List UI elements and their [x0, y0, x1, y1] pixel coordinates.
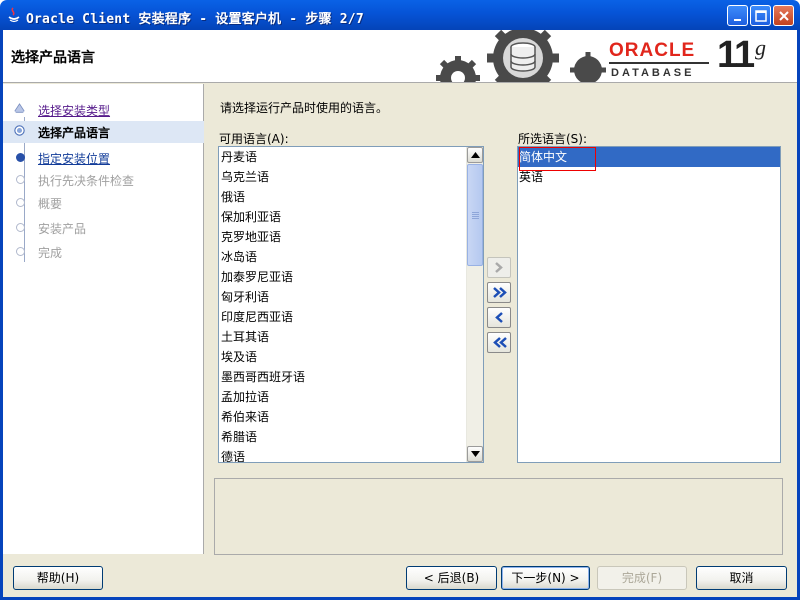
database-text: DATABASE: [611, 67, 695, 79]
step-product-language[interactable]: 选择产品语言: [3, 121, 204, 143]
available-languages-label: 可用语言(A):: [219, 132, 289, 146]
header-banner: 选择产品语言 ORACLE DATABASE 11 g: [3, 30, 797, 83]
list-item[interactable]: 保加利亚语: [219, 207, 483, 227]
gears-graphic: [436, 30, 606, 82]
list-item[interactable]: 俄语: [219, 187, 483, 207]
chevron-right-icon: [495, 262, 503, 273]
list-item[interactable]: 加泰罗尼亚语: [219, 267, 483, 287]
minimize-icon: [734, 19, 741, 21]
step-install-type[interactable]: 选择安装类型: [3, 99, 204, 121]
description-panel: [214, 478, 783, 555]
add-selected-button[interactable]: [487, 257, 511, 278]
step-label: 执行先决条件检查: [38, 174, 135, 188]
arrow-down-icon: [471, 451, 480, 457]
version-suffix: g: [755, 35, 766, 60]
chevron-left-icon: [495, 312, 503, 323]
instruction-text: 请选择运行产品时使用的语言。: [220, 101, 389, 115]
list-item[interactable]: 孟加拉语: [219, 387, 483, 407]
maximize-icon: [755, 10, 767, 22]
step-done-icon: [14, 103, 25, 113]
add-all-button[interactable]: [487, 282, 511, 303]
java-app-icon: [8, 7, 20, 23]
list-item[interactable]: 德语: [219, 447, 483, 462]
back-button[interactable]: < 后退(B): [406, 566, 497, 590]
window-title: Oracle Client 安装程序 - 设置客户机 - 步骤 2/7: [26, 12, 364, 27]
step-label: 选择产品语言: [38, 126, 111, 140]
close-icon: [779, 11, 789, 21]
step-finish: 完成: [3, 241, 204, 263]
step-pending-icon: [16, 175, 25, 184]
step-summary: 概要: [3, 192, 204, 214]
scroll-down-button[interactable]: [467, 446, 483, 462]
list-item[interactable]: 冰岛语: [219, 247, 483, 267]
remove-selected-button[interactable]: [487, 307, 511, 328]
available-languages-list[interactable]: 丹麦语 乌克兰语 俄语 保加利亚语 克罗地亚语 冰岛语 加泰罗尼亚语 匈牙利语 …: [218, 146, 484, 463]
logo-divider: [609, 62, 709, 64]
remove-all-button[interactable]: [487, 332, 511, 353]
list-item[interactable]: 希腊语: [219, 427, 483, 447]
list-item[interactable]: 土耳其语: [219, 327, 483, 347]
step-install-product: 安装产品: [3, 217, 204, 239]
step-install-location[interactable]: 指定安装位置: [3, 147, 204, 169]
double-chevron-right-icon: [493, 287, 507, 298]
highlight-box: [519, 147, 596, 171]
help-button[interactable]: 帮助(H): [13, 566, 103, 590]
cancel-button[interactable]: 取消: [696, 566, 787, 590]
list-item[interactable]: 希伯来语: [219, 407, 483, 427]
list-item[interactable]: 埃及语: [219, 347, 483, 367]
scroll-thumb[interactable]: [467, 164, 483, 266]
steps-panel: 选择安装类型 选择产品语言 指定安装位置 执行先决条件检查 概要 安装产品 完成: [3, 84, 204, 554]
step-label: 概要: [38, 197, 63, 211]
step-label: 安装产品: [38, 222, 87, 236]
step-pending-icon: [16, 247, 25, 256]
step-label: 完成: [38, 246, 63, 260]
list-item[interactable]: 丹麦语: [219, 147, 483, 167]
list-item[interactable]: 克罗地亚语: [219, 227, 483, 247]
finish-button[interactable]: 完成(F): [597, 566, 687, 590]
grip-icon: [472, 212, 479, 220]
scroll-up-button[interactable]: [467, 147, 483, 163]
step-pending-icon: [16, 223, 25, 232]
minimize-button[interactable]: [727, 5, 748, 26]
oracle-brand-text: ORACLE: [609, 40, 696, 61]
list-item[interactable]: 匈牙利语: [219, 287, 483, 307]
next-button[interactable]: 下一步(N) >: [501, 566, 590, 590]
close-button[interactable]: [773, 5, 794, 26]
arrow-up-icon: [471, 152, 480, 158]
list-item[interactable]: 乌克兰语: [219, 167, 483, 187]
available-list-items: 丹麦语 乌克兰语 俄语 保加利亚语 克罗地亚语 冰岛语 加泰罗尼亚语 匈牙利语 …: [219, 147, 483, 462]
version-number: 11: [717, 34, 755, 76]
list-item[interactable]: 印度尼西亚语: [219, 307, 483, 327]
list-item[interactable]: 墨西哥西班牙语: [219, 367, 483, 387]
vertical-scrollbar[interactable]: [466, 147, 483, 462]
step-label: 指定安装位置: [38, 152, 111, 166]
page-title: 选择产品语言: [11, 50, 95, 66]
step-label: 选择安装类型: [38, 104, 111, 118]
step-prerequisite-checks: 执行先决条件检查: [3, 169, 204, 191]
double-chevron-left-icon: [493, 337, 507, 348]
step-current-icon: [14, 125, 25, 136]
title-bar[interactable]: Oracle Client 安装程序 - 设置客户机 - 步骤 2/7: [0, 0, 800, 30]
step-pending-icon: [16, 198, 25, 207]
maximize-button[interactable]: [750, 5, 771, 26]
selected-languages-list[interactable]: 简体中文 英语: [517, 146, 781, 463]
selected-languages-label: 所选语言(S):: [518, 132, 588, 146]
step-next-icon: [16, 153, 25, 162]
